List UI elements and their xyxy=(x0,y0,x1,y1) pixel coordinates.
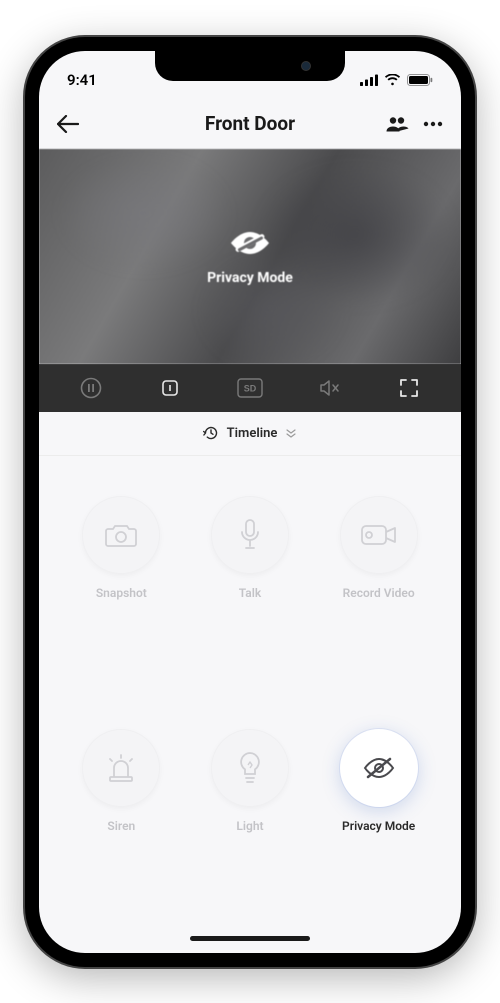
video-camera-icon xyxy=(360,522,398,548)
nav-bar: Front Door xyxy=(39,99,461,149)
camera-preview: Privacy Mode xyxy=(39,149,461,364)
action-label: Snapshot xyxy=(96,586,147,600)
home-indicator[interactable] xyxy=(39,925,461,953)
fullscreen-button[interactable] xyxy=(369,378,449,398)
action-label: Privacy Mode xyxy=(342,819,415,833)
pause-button[interactable] xyxy=(51,377,131,399)
screen: 9:41 Front Door xyxy=(39,51,461,953)
action-label: Siren xyxy=(107,819,135,833)
wifi-icon xyxy=(384,74,401,86)
action-label: Talk xyxy=(239,586,261,600)
siren-icon xyxy=(104,753,138,783)
action-label: Record Video xyxy=(343,586,415,600)
device-notch xyxy=(155,51,345,81)
status-time: 9:41 xyxy=(67,71,97,89)
history-icon xyxy=(203,425,219,441)
page-title: Front Door xyxy=(205,112,295,135)
siren-action[interactable]: Siren xyxy=(57,729,186,915)
cellular-icon xyxy=(360,74,378,86)
snapshot-action[interactable]: Snapshot xyxy=(57,496,186,682)
video-toolbar: SD xyxy=(39,364,461,412)
eye-off-icon xyxy=(362,755,396,781)
mute-button[interactable] xyxy=(290,378,370,398)
timeline-label: Timeline xyxy=(227,426,278,441)
privacy-mode-icon xyxy=(227,226,273,260)
share-users-button[interactable] xyxy=(385,116,409,132)
quality-button[interactable]: SD xyxy=(210,378,290,398)
timeline-toggle[interactable]: Timeline xyxy=(39,412,461,456)
chevron-down-icon xyxy=(285,428,297,438)
action-grid: Snapshot Talk Record Video xyxy=(39,456,461,925)
microphone-icon xyxy=(238,518,262,552)
more-options-button[interactable] xyxy=(423,121,443,127)
camera-icon xyxy=(104,521,138,549)
battery-icon xyxy=(407,74,433,86)
record-video-action[interactable]: Record Video xyxy=(314,496,443,682)
lightbulb-icon xyxy=(237,751,263,785)
svg-text:SD: SD xyxy=(244,383,257,393)
layout-single-button[interactable] xyxy=(131,377,211,399)
privacy-mode-action[interactable]: Privacy Mode xyxy=(314,729,443,915)
action-label: Light xyxy=(236,819,263,833)
phone-frame: 9:41 Front Door xyxy=(25,37,475,967)
back-button[interactable] xyxy=(57,115,79,133)
privacy-mode-label: Privacy Mode xyxy=(207,270,293,286)
light-action[interactable]: Light xyxy=(186,729,315,915)
talk-action[interactable]: Talk xyxy=(186,496,315,682)
